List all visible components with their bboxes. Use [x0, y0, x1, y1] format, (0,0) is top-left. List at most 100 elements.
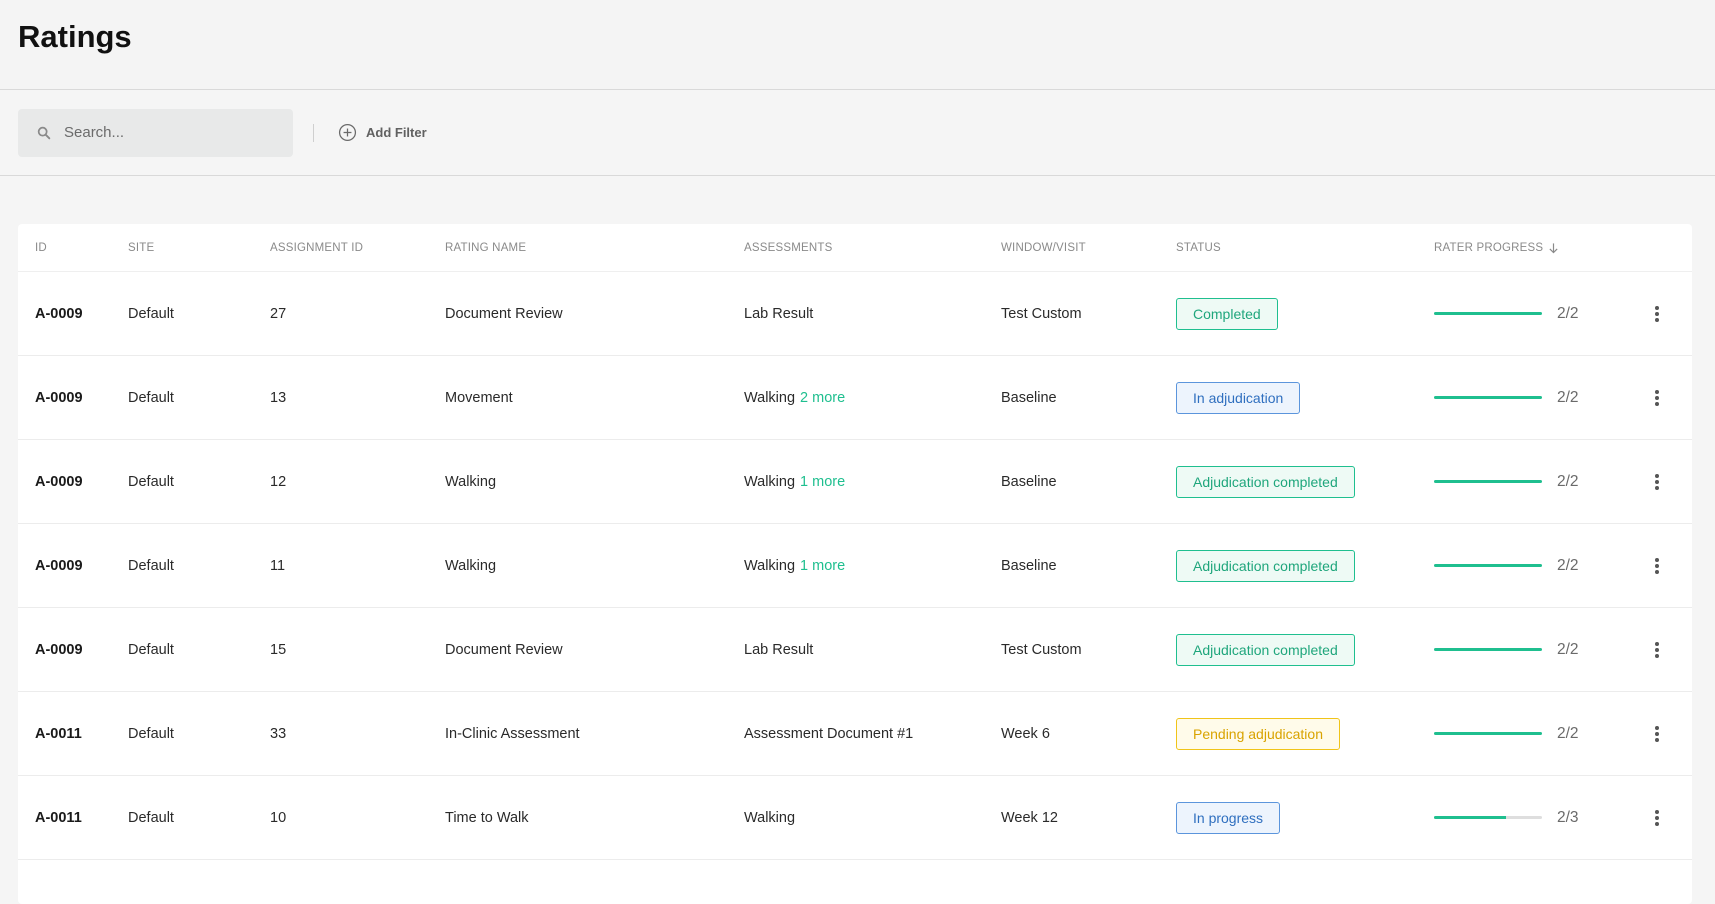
- row-assessments: Walking: [744, 809, 796, 826]
- progress-bar-fill: [1434, 564, 1542, 567]
- progress-text: 2/2: [1557, 388, 1579, 406]
- row-rater-progress: 2/2: [1434, 524, 1579, 607]
- table-row[interactable]: A-0011 Default 33 In-Clinic Assessment A…: [18, 692, 1692, 776]
- more-options-icon[interactable]: [1645, 722, 1669, 746]
- row-actions: [1645, 692, 1669, 775]
- row-rating-name: Time to Walk: [445, 809, 529, 826]
- row-actions: [1645, 608, 1669, 691]
- row-id: A-0011: [35, 809, 82, 826]
- table-row[interactable]: A-0009 Default 11 Walking Walking 1 more …: [18, 524, 1692, 608]
- row-window-visit: Baseline: [1001, 389, 1057, 406]
- ratings-table: ID SITE ASSIGNMENT ID RATING NAME ASSESS…: [18, 224, 1692, 904]
- column-header-id[interactable]: ID: [35, 224, 47, 271]
- progress-text: 2/2: [1557, 640, 1579, 658]
- row-rating-name: In-Clinic Assessment: [445, 725, 580, 742]
- more-assessments-link[interactable]: 1 more: [800, 474, 845, 490]
- row-status: Adjudication completed: [1176, 608, 1355, 691]
- column-header-site[interactable]: SITE: [128, 224, 154, 271]
- more-options-icon[interactable]: [1645, 302, 1669, 326]
- progress-bar-fill: [1434, 480, 1542, 483]
- table-row[interactable]: A-0009 Default 13 Movement Walking 2 more…: [18, 356, 1692, 440]
- row-rating-name: Movement: [445, 389, 513, 406]
- table-row[interactable]: A-0009 Default 12 Walking Walking 1 more …: [18, 440, 1692, 524]
- row-rating-name: Walking: [445, 557, 497, 574]
- progress-text: 2/2: [1557, 556, 1579, 574]
- rater-progress-label: RATER PROGRESS: [1434, 241, 1544, 254]
- add-filter-button[interactable]: Add Filter: [338, 123, 427, 142]
- column-header-assessments[interactable]: ASSESSMENTS: [744, 224, 832, 271]
- row-assignment-id: 10: [270, 809, 287, 826]
- row-status: Pending adjudication: [1176, 692, 1340, 775]
- row-status: Adjudication completed: [1176, 524, 1355, 607]
- row-assignment-id: 27: [270, 305, 287, 322]
- more-options-icon[interactable]: [1645, 470, 1669, 494]
- table-row[interactable]: A-0011 Default 10 Time to Walk Walking W…: [18, 776, 1692, 860]
- progress-bar-fill: [1434, 732, 1542, 735]
- progress-bar: [1434, 396, 1542, 399]
- row-rater-progress: 2/2: [1434, 356, 1579, 439]
- row-actions: [1645, 776, 1669, 859]
- row-status: In adjudication: [1176, 356, 1301, 439]
- progress-bar: [1434, 816, 1542, 819]
- page-header: Ratings: [0, 0, 1715, 90]
- status-badge: In progress: [1176, 801, 1281, 834]
- row-assignment-id: 13: [270, 389, 287, 406]
- row-site: Default: [128, 641, 174, 658]
- status-badge: Adjudication completed: [1176, 549, 1355, 582]
- progress-text: 2/3: [1557, 808, 1579, 826]
- row-actions: [1645, 272, 1669, 355]
- row-window-visit: Test Custom: [1001, 641, 1082, 658]
- row-window-visit: Week 12: [1001, 809, 1058, 826]
- progress-text: 2/2: [1557, 472, 1579, 490]
- table-row[interactable]: A-0009 Default 27 Document Review Lab Re…: [18, 272, 1692, 356]
- toolbar-divider: [313, 123, 314, 142]
- row-status: In progress: [1176, 776, 1281, 859]
- column-header-assignment-id[interactable]: ASSIGNMENT ID: [270, 224, 363, 271]
- progress-bar: [1434, 564, 1542, 567]
- column-header-rating-name[interactable]: RATING NAME: [445, 224, 526, 271]
- row-assessments: Walking 1 more: [744, 473, 846, 490]
- add-circle-icon: [338, 123, 357, 142]
- row-id: A-0011: [35, 725, 82, 742]
- more-options-icon[interactable]: [1645, 638, 1669, 662]
- search-input[interactable]: [64, 124, 264, 141]
- column-header-rater-progress[interactable]: RATER PROGRESS: [1434, 224, 1559, 271]
- row-rating-name: Document Review: [445, 641, 563, 658]
- more-assessments-link[interactable]: 1 more: [800, 558, 845, 574]
- row-site: Default: [128, 305, 174, 322]
- row-assignment-id: 33: [270, 725, 287, 742]
- progress-text: 2/2: [1557, 304, 1579, 322]
- row-assignment-id: 15: [270, 641, 287, 658]
- toolbar: Add Filter: [0, 90, 1715, 176]
- column-header-status[interactable]: STATUS: [1176, 224, 1221, 271]
- row-site: Default: [128, 725, 174, 742]
- table-header: ID SITE ASSIGNMENT ID RATING NAME ASSESS…: [18, 224, 1692, 272]
- status-badge: Completed: [1176, 297, 1278, 330]
- row-window-visit: Baseline: [1001, 557, 1057, 574]
- column-header-window-visit[interactable]: WINDOW/VISIT: [1001, 224, 1086, 271]
- more-options-icon[interactable]: [1645, 386, 1669, 410]
- progress-bar-fill: [1434, 648, 1542, 651]
- more-options-icon[interactable]: [1645, 806, 1669, 830]
- row-id: A-0009: [35, 389, 83, 406]
- status-badge: In adjudication: [1176, 381, 1301, 414]
- row-assessments: Assessment Document #1: [744, 725, 914, 742]
- row-rater-progress: 2/3: [1434, 776, 1579, 859]
- row-site: Default: [128, 473, 174, 490]
- table-row[interactable]: A-0009 Default 15 Document Review Lab Re…: [18, 608, 1692, 692]
- row-actions: [1645, 440, 1669, 523]
- status-badge: Pending adjudication: [1176, 717, 1340, 750]
- row-status: Adjudication completed: [1176, 440, 1355, 523]
- row-rating-name: Document Review: [445, 305, 563, 322]
- row-assignment-id: 11: [270, 557, 286, 574]
- row-assessments: Lab Result: [744, 305, 814, 322]
- row-id: A-0009: [35, 557, 83, 574]
- search-box[interactable]: [18, 108, 293, 157]
- row-id: A-0009: [35, 473, 83, 490]
- progress-bar: [1434, 312, 1542, 315]
- row-assessments: Lab Result: [744, 641, 814, 658]
- more-options-icon[interactable]: [1645, 554, 1669, 578]
- row-actions: [1645, 356, 1669, 439]
- more-assessments-link[interactable]: 2 more: [800, 390, 845, 406]
- row-assessments: Walking 1 more: [744, 557, 846, 574]
